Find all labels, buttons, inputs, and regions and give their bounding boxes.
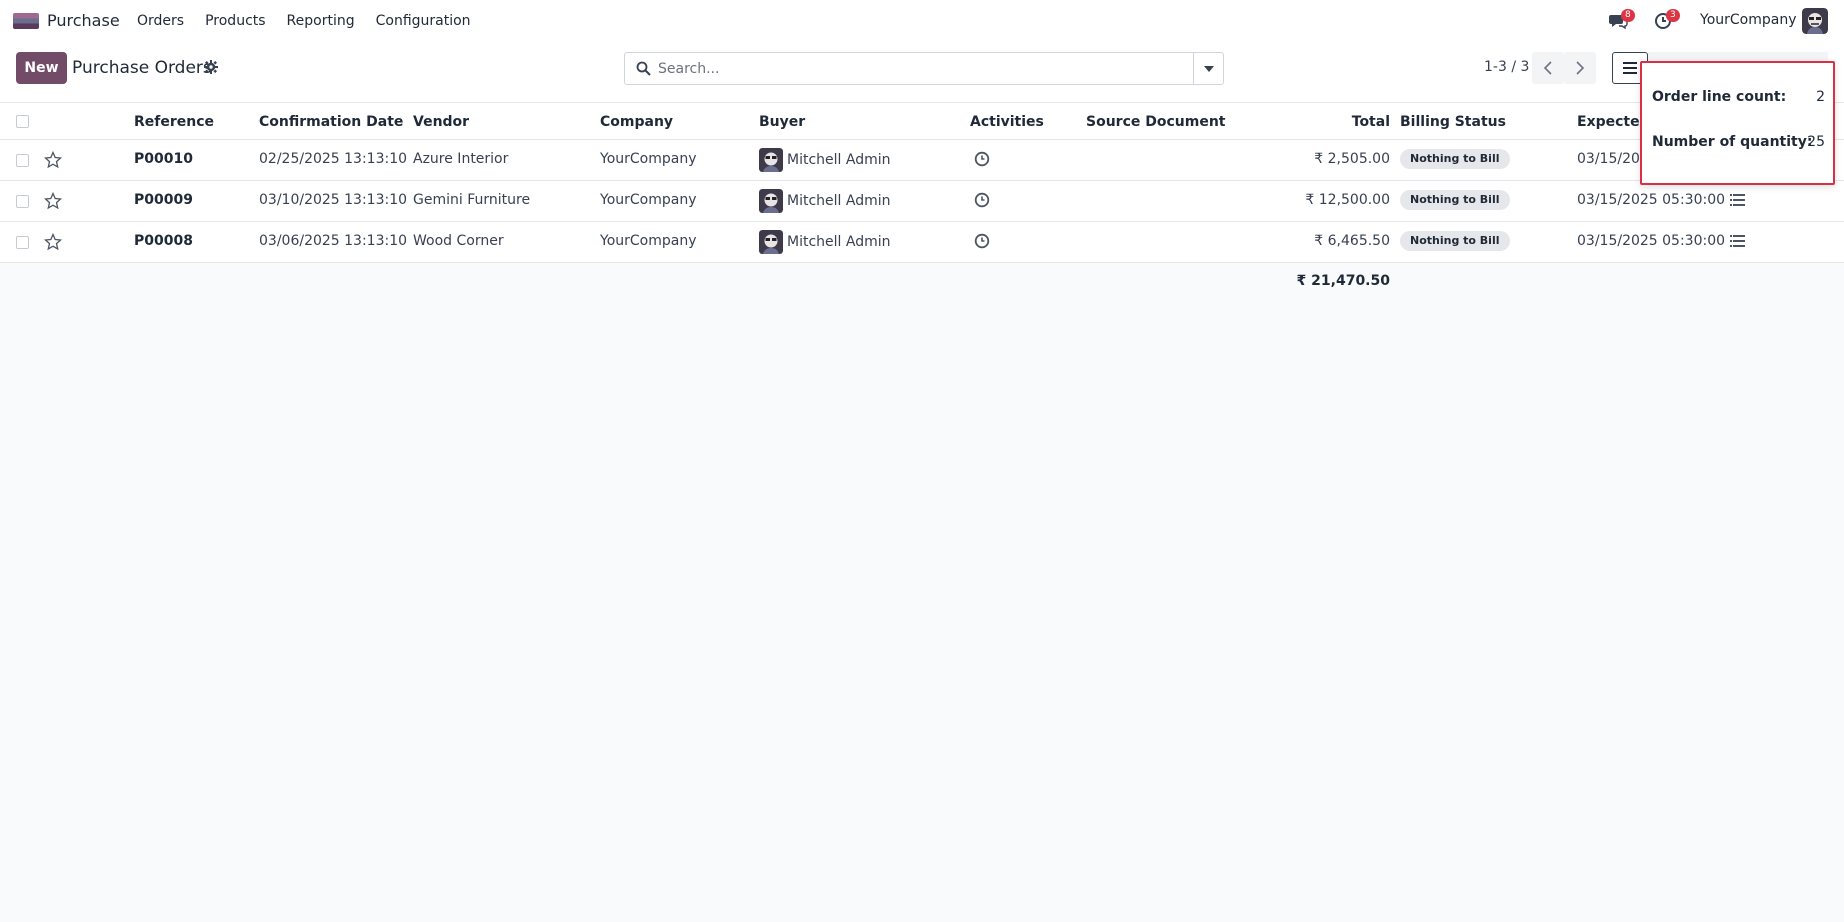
new-button[interactable]: New xyxy=(16,52,67,84)
cell-company: YourCompany xyxy=(600,192,697,208)
header-billing-status[interactable]: Billing Status xyxy=(1400,114,1506,130)
search-input[interactable] xyxy=(656,55,1186,82)
row-checkbox[interactable] xyxy=(16,236,29,249)
table-row[interactable]: P00008 03/06/2025 13:13:10 Wood Corner Y… xyxy=(0,222,1844,263)
status-badge: Nothing to Bill xyxy=(1400,231,1510,251)
line-count-value: 2 xyxy=(1816,89,1825,105)
chevron-right-icon xyxy=(1576,61,1584,75)
cell-expected-arrival: 03/15/2025 05:30:00 xyxy=(1577,192,1726,208)
cell-confirmation-date: 03/06/2025 13:13:10 xyxy=(259,233,408,249)
pager-value[interactable]: 1-3 / 3 xyxy=(1484,59,1529,75)
activity-clock-icon[interactable] xyxy=(974,192,990,208)
user-avatar[interactable] xyxy=(1802,8,1828,34)
activity-clock-icon[interactable] xyxy=(974,233,990,249)
header-confirmation-date[interactable]: Confirmation Date xyxy=(259,114,403,130)
cell-vendor: Gemini Furniture xyxy=(413,192,531,208)
row-checkbox[interactable] xyxy=(16,195,29,208)
cell-vendor: Azure Interior xyxy=(413,151,509,167)
gear-icon[interactable] xyxy=(204,60,218,74)
cell-buyer: Mitchell Admin xyxy=(787,234,891,250)
star-icon[interactable] xyxy=(44,151,62,169)
cell-vendor: Wood Corner xyxy=(413,233,504,249)
table-header: Reference Confirmation Date Vendor Compa… xyxy=(0,102,1844,140)
app-name[interactable]: Purchase xyxy=(47,11,120,30)
cell-reference: P00009 xyxy=(134,192,193,208)
messages-badge: 8 xyxy=(1621,9,1635,22)
chevron-left-icon xyxy=(1544,61,1552,75)
search-bar xyxy=(624,52,1224,85)
cell-company: YourCompany xyxy=(600,151,697,167)
messages-button[interactable]: 8 xyxy=(1608,9,1635,31)
header-reference[interactable]: Reference xyxy=(134,114,214,130)
search-options-toggle[interactable] xyxy=(1193,53,1223,84)
cell-buyer: Mitchell Admin xyxy=(787,152,891,168)
menu-orders[interactable]: Orders xyxy=(137,13,184,29)
activities-button[interactable]: 3 xyxy=(1654,9,1680,31)
cell-reference: P00008 xyxy=(134,233,193,249)
cell-company: YourCompany xyxy=(600,233,697,249)
list-icon xyxy=(1623,62,1637,74)
header-buyer[interactable]: Buyer xyxy=(759,114,805,130)
order-lines-popover: Order line count: 2 Number of quantity: … xyxy=(1640,61,1835,185)
cell-expected-arrival: 03/15/2025 05:30:00 xyxy=(1577,233,1726,249)
header-total[interactable]: Total xyxy=(1290,114,1390,130)
activities-badge: 3 xyxy=(1666,9,1680,22)
caret-down-icon xyxy=(1203,65,1214,72)
menu-reporting[interactable]: Reporting xyxy=(287,13,355,29)
header-source-document[interactable]: Source Document xyxy=(1086,114,1226,130)
buyer-avatar xyxy=(759,189,783,213)
cell-reference: P00010 xyxy=(134,151,193,167)
select-all-checkbox[interactable] xyxy=(16,115,29,128)
quantity-value: 25 xyxy=(1807,134,1825,150)
quantity-label: Number of quantity: xyxy=(1652,134,1813,150)
cell-confirmation-date: 02/25/2025 13:13:10 xyxy=(259,151,408,167)
cell-total: ₹ 6,465.50 xyxy=(1314,233,1390,249)
search-icon xyxy=(636,61,651,76)
app-menu-icon[interactable] xyxy=(13,13,39,29)
header-company[interactable]: Company xyxy=(600,114,673,130)
line-count-label: Order line count: xyxy=(1652,89,1787,105)
activity-clock-icon[interactable] xyxy=(974,151,990,167)
row-checkbox[interactable] xyxy=(16,154,29,167)
control-panel: New Purchase Orders 1-3 / 3 xyxy=(0,42,1844,102)
buyer-avatar xyxy=(759,148,783,172)
top-navbar: Purchase Orders Products Reporting Confi… xyxy=(0,0,1844,42)
total-sum: ₹ 21,470.50 xyxy=(1296,273,1390,289)
menu-configuration[interactable]: Configuration xyxy=(376,13,471,29)
buyer-avatar xyxy=(759,230,783,254)
company-switcher[interactable]: YourCompany xyxy=(1700,12,1797,28)
order-lines-icon[interactable] xyxy=(1730,194,1745,207)
table-row[interactable]: P00010 02/25/2025 13:13:10 Azure Interio… xyxy=(0,140,1844,181)
header-vendor[interactable]: Vendor xyxy=(413,114,469,130)
table-row[interactable]: P00009 03/10/2025 13:13:10 Gemini Furnit… xyxy=(0,181,1844,222)
status-badge: Nothing to Bill xyxy=(1400,149,1510,169)
status-badge: Nothing to Bill xyxy=(1400,190,1510,210)
main-menu: Orders Products Reporting Configuration xyxy=(137,13,492,29)
header-activities[interactable]: Activities xyxy=(970,114,1044,130)
star-icon[interactable] xyxy=(44,233,62,251)
order-lines-icon[interactable] xyxy=(1730,235,1745,248)
pager-previous-button[interactable] xyxy=(1532,52,1564,84)
cell-total: ₹ 12,500.00 xyxy=(1305,192,1390,208)
cell-buyer: Mitchell Admin xyxy=(787,193,891,209)
page-title: Purchase Orders xyxy=(72,58,212,78)
menu-products[interactable]: Products xyxy=(205,13,265,29)
pager-next-button[interactable] xyxy=(1564,52,1596,84)
cell-confirmation-date: 03/10/2025 13:13:10 xyxy=(259,192,408,208)
cell-total: ₹ 2,505.00 xyxy=(1314,151,1390,167)
star-icon[interactable] xyxy=(44,192,62,210)
